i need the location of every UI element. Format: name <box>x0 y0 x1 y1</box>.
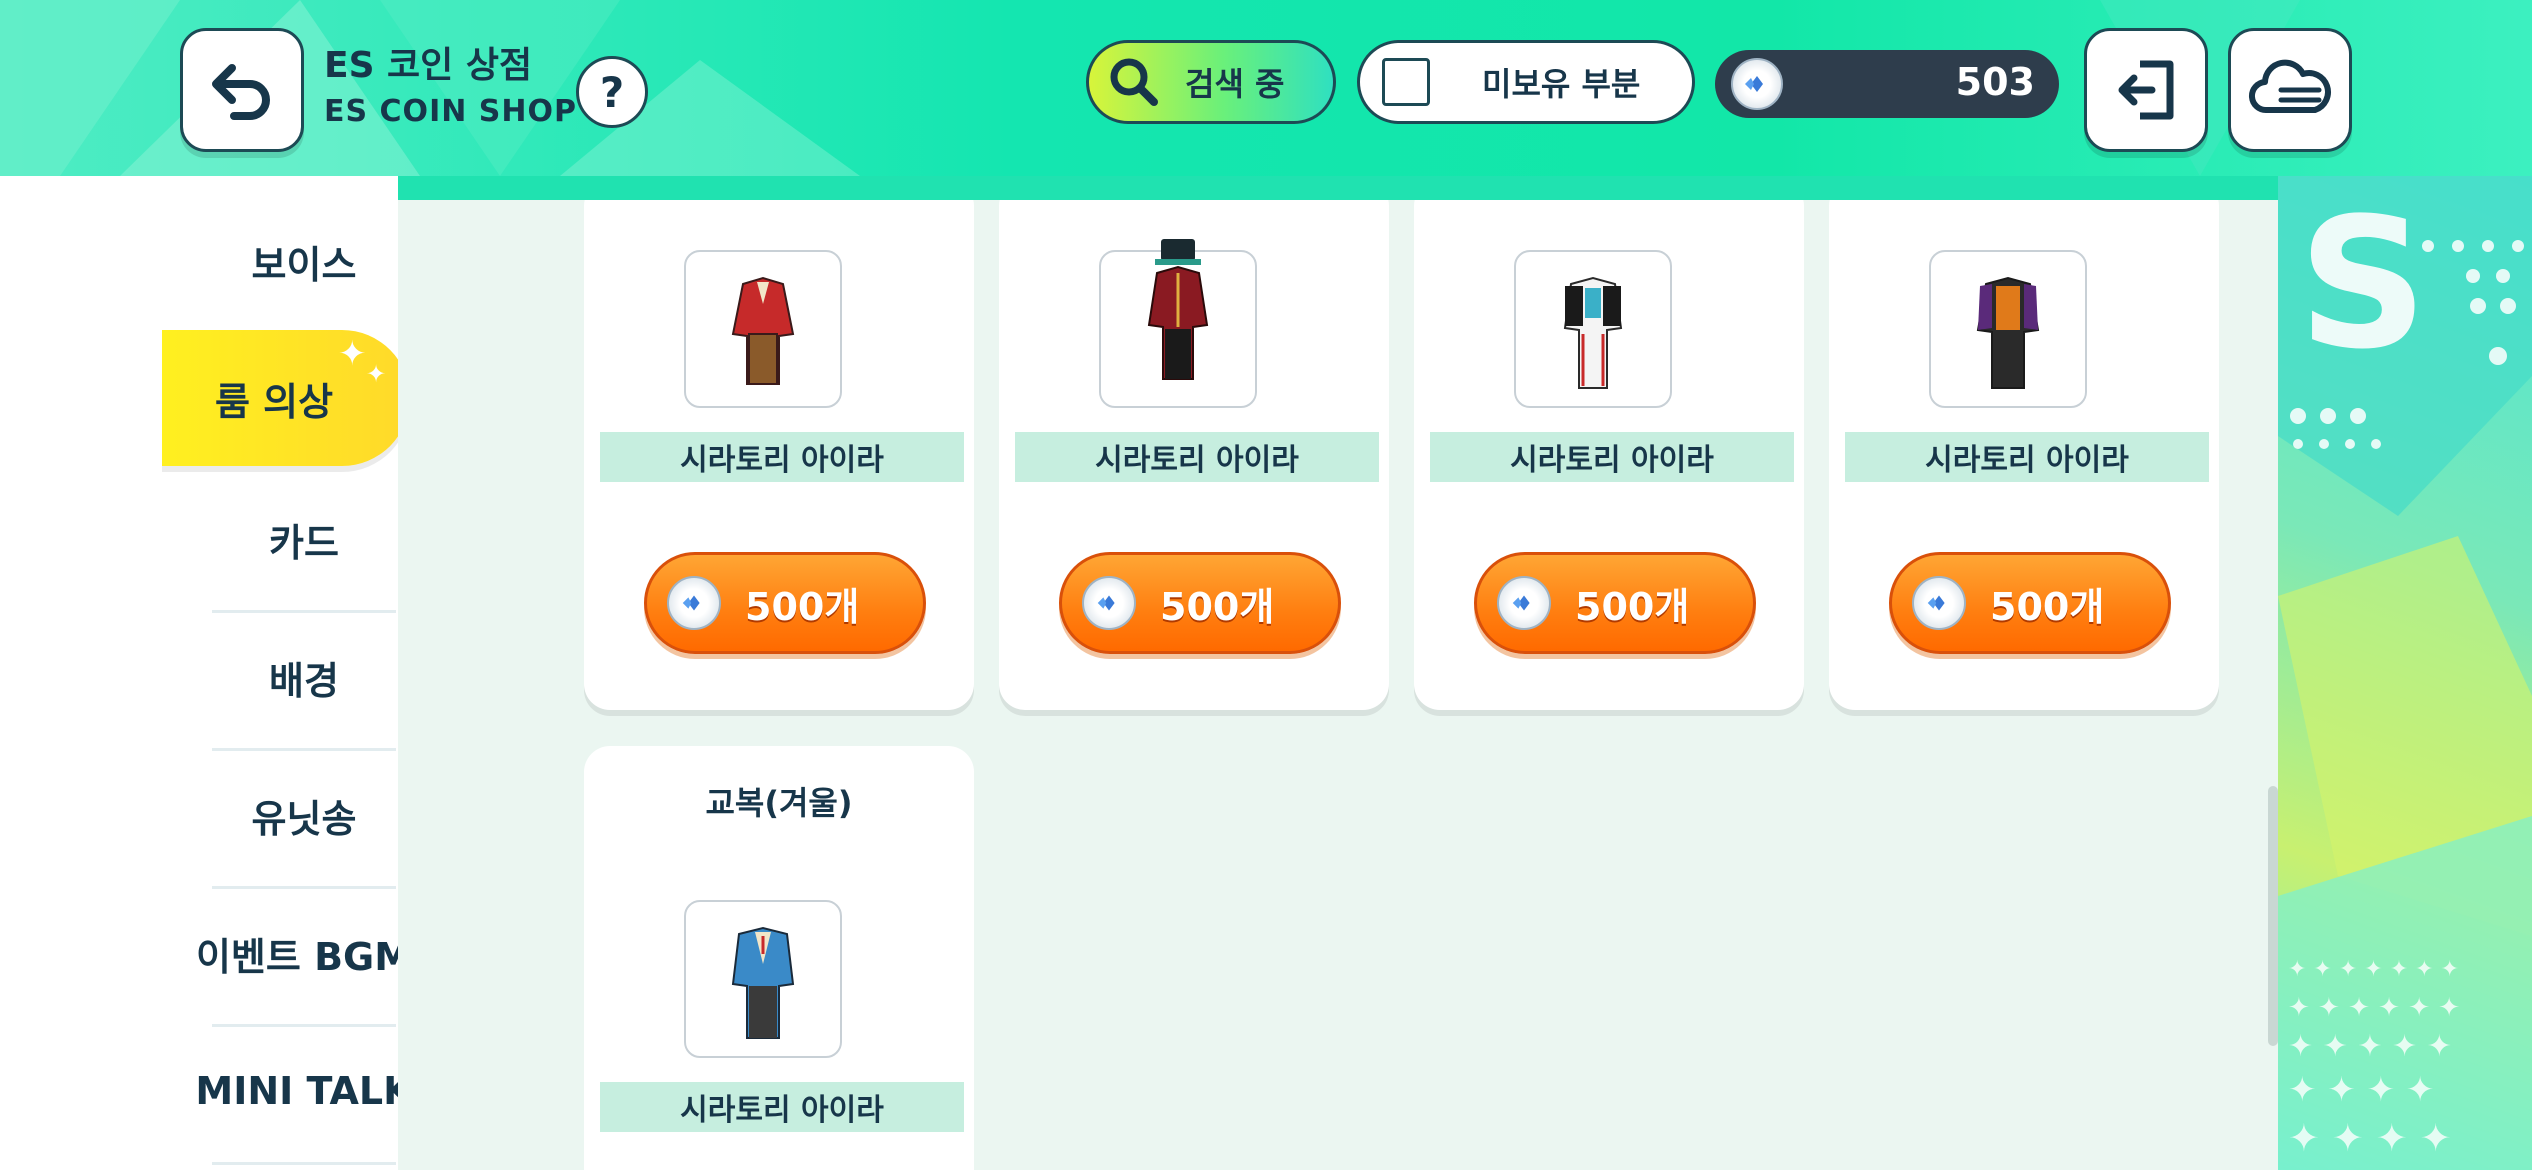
item-name-bar: 시라토리 아이라 <box>1845 432 2209 482</box>
search-button[interactable]: 검색 중 <box>1086 40 1336 124</box>
shop-item-card: 시라토리 아이라 500개 <box>1414 200 1804 710</box>
sidebar-item-unit-songs[interactable]: 유닛송 <box>212 746 396 884</box>
filter-checkbox[interactable] <box>1382 58 1430 106</box>
search-icon <box>1110 58 1158 106</box>
shop-item-card: 교복(겨울) 시라토리 아이라 <box>584 746 974 1170</box>
page-subtitle: ES COIN SHOP <box>324 94 577 129</box>
outfit-thumbnail[interactable] <box>1099 239 1257 408</box>
filter-label: 미보유 부분 <box>1482 65 1641 103</box>
item-title: 교복(겨울) <box>705 784 853 822</box>
shop-item-card: 시라토리 아이라 500개 <box>1829 200 2219 710</box>
sparkle-icon: ✦ <box>338 334 367 374</box>
help-button[interactable]: ? <box>576 56 648 128</box>
coin-balance-value: 503 <box>1955 60 2035 104</box>
svg-text:✦ ✦ ✦ ✦ ✦ ✦ ✦: ✦ ✦ ✦ ✦ ✦ ✦ ✦ <box>2288 957 2459 982</box>
scrollbar[interactable] <box>2268 786 2278 1046</box>
es-coin-icon <box>1497 576 1551 630</box>
item-grid: 시라토리 아이라 500개 시라토리 아이라 500개 시라토리 아이라 500… <box>398 200 2278 1170</box>
background-pattern: S ✦ ✦ ✦ ✦ ✦ ✦ ✦ ✦ ✦ ✦ ✦ ✦ ✦ ✦ ✦ ✦ ✦ ✦ ✦ … <box>2278 176 2532 1170</box>
back-button[interactable] <box>180 28 304 152</box>
top-bar: ES 코인 상점 ES COIN SHOP ? 검색 중 미보유 부분 503 <box>0 0 2532 176</box>
outfit-thumbnail[interactable] <box>684 900 842 1058</box>
svg-text:✦ ✦ ✦ ✦ ✦ ✦: ✦ ✦ ✦ ✦ ✦ ✦ <box>2288 993 2460 1023</box>
search-label: 검색 중 <box>1185 65 1285 103</box>
svg-text:S: S <box>2298 180 2428 389</box>
divider <box>212 1162 396 1165</box>
outfit-thumbnail[interactable] <box>1514 250 1672 408</box>
outfit-thumbnail[interactable] <box>684 250 842 408</box>
red-uniform-hat-outfit-icon <box>1147 239 1209 380</box>
sidebar-item-voice[interactable]: 보이스 <box>212 192 396 330</box>
es-coin-icon <box>1731 58 1783 110</box>
sidebar-item-event-bgm[interactable]: 이벤트 BGM <box>196 884 412 1022</box>
red-hakama-outfit-icon <box>731 276 795 385</box>
price-label: 500개 <box>1990 584 2105 629</box>
exit-button[interactable] <box>2084 28 2208 152</box>
winter-uniform-outfit-icon <box>731 926 795 1039</box>
es-coin-icon <box>1912 576 1966 630</box>
buy-button[interactable]: 500개 <box>644 552 926 654</box>
svg-text:✦ ✦ ✦ ✦: ✦ ✦ ✦ ✦ <box>2288 1070 2434 1110</box>
decorative-background: S ✦ ✦ ✦ ✦ ✦ ✦ ✦ ✦ ✦ ✦ ✦ ✦ ✦ ✦ ✦ ✦ ✦ ✦ ✦ … <box>2278 176 2532 1170</box>
outfit-thumbnail[interactable] <box>1929 250 2087 408</box>
sidebar-item-cards[interactable]: 카드 <box>212 470 396 608</box>
buy-button[interactable]: 500개 <box>1059 552 1341 654</box>
exit-icon <box>2118 60 2174 120</box>
buy-button[interactable]: 500개 <box>1889 552 2171 654</box>
item-name-bar: 시라토리 아이라 <box>1015 432 1379 482</box>
es-coin-icon <box>1082 576 1136 630</box>
svg-text:✦ ✦ ✦ ✦: ✦ ✦ ✦ ✦ <box>2288 1116 2452 1160</box>
price-label: 500개 <box>1575 584 1690 629</box>
purple-orange-outfit-icon <box>1976 276 2040 389</box>
shop-item-card: 시라토리 아이라 500개 <box>999 200 1389 710</box>
unowned-filter-toggle[interactable]: 미보유 부분 <box>1357 40 1695 124</box>
sidebar-item-backgrounds[interactable]: 배경 <box>212 608 396 746</box>
price-label: 500개 <box>745 584 860 629</box>
sparkle-icon: ✦ <box>366 360 387 388</box>
cloud-menu-icon <box>2248 59 2331 114</box>
es-coin-icon <box>667 576 721 630</box>
svg-text:✦ ✦ ✦ ✦ ✦: ✦ ✦ ✦ ✦ ✦ <box>2288 1029 2452 1064</box>
item-name-bar: 시라토리 아이라 <box>1430 432 1794 482</box>
coin-balance: 503 <box>1715 50 2059 118</box>
item-name-bar: 시라토리 아이라 <box>600 432 964 482</box>
buy-button[interactable]: 500개 <box>1474 552 1756 654</box>
sidebar-item-mini-talk[interactable]: MINI TALK <box>195 1022 412 1160</box>
white-track-outfit-icon <box>1563 276 1623 389</box>
page-title: ES 코인 상점 <box>324 45 533 86</box>
shop-item-card: 시라토리 아이라 500개 <box>584 200 974 710</box>
item-name-bar: 시라토리 아이라 <box>600 1082 964 1132</box>
cloud-menu-button[interactable] <box>2228 28 2352 152</box>
price-label: 500개 <box>1160 584 1275 629</box>
help-icon: ? <box>599 67 625 117</box>
sidebar-item-room-outfits[interactable]: 룸 의상 ✦ ✦ <box>162 330 410 466</box>
category-sidebar: 보이스 카드 배경 유닛송 이벤트 BGM MINI TALK <box>0 176 413 1170</box>
back-arrow-icon <box>212 64 270 120</box>
